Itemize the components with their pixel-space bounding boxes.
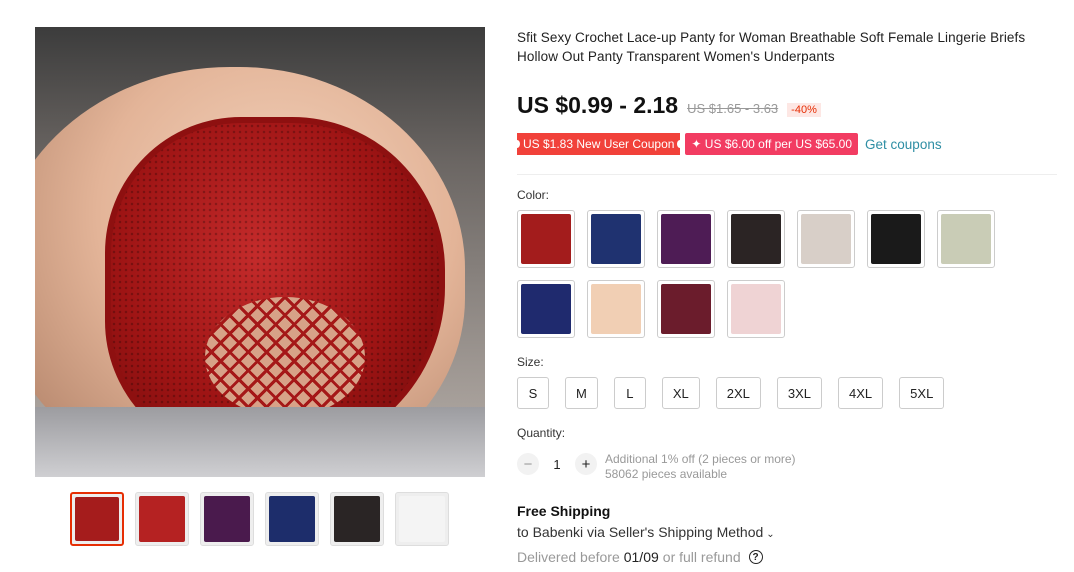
size-options: S M L XL 2XL 3XL 4XL 5XL bbox=[517, 377, 945, 409]
color-option-6[interactable] bbox=[937, 210, 995, 268]
get-coupons-link[interactable]: Get coupons bbox=[865, 137, 942, 152]
stock-available-text: 58062 pieces available bbox=[605, 467, 728, 481]
color-label: Color: bbox=[517, 188, 550, 202]
thumbnail-3[interactable] bbox=[265, 492, 319, 546]
color-swatch bbox=[521, 214, 571, 264]
color-option-0[interactable] bbox=[517, 210, 575, 268]
size-option-4xl[interactable]: 4XL bbox=[838, 377, 884, 409]
size-option-2xl[interactable]: 2XL bbox=[715, 377, 761, 409]
additional-discount-text: Additional 1% off (2 pieces or more) bbox=[605, 452, 796, 466]
color-swatch bbox=[591, 214, 641, 264]
shipping-title: Free Shipping bbox=[517, 503, 611, 519]
color-swatch bbox=[941, 214, 991, 264]
thumbnail-swatch bbox=[139, 496, 185, 542]
thumbnail-1[interactable] bbox=[135, 492, 189, 546]
discount-badge: -40% bbox=[787, 103, 821, 117]
thumbnail-strip bbox=[70, 492, 449, 546]
color-swatch bbox=[731, 214, 781, 264]
delivery-prefix: Delivered before bbox=[517, 549, 620, 565]
coupon-row: US $1.83 New User Coupon ✦ US $6.00 off … bbox=[513, 133, 942, 155]
size-option-xl[interactable]: XL bbox=[661, 377, 700, 409]
color-option-10[interactable] bbox=[727, 280, 785, 338]
size-option-l[interactable]: L bbox=[613, 377, 646, 409]
thumbnail-2[interactable] bbox=[200, 492, 254, 546]
color-swatch bbox=[661, 214, 711, 264]
shipping-method-text: to Babenki via Seller's Shipping Method bbox=[517, 524, 764, 540]
color-swatch bbox=[871, 214, 921, 264]
help-icon[interactable]: ? bbox=[748, 550, 763, 564]
thumbnail-4[interactable] bbox=[330, 492, 384, 546]
color-option-2[interactable] bbox=[657, 210, 715, 268]
size-option-s[interactable]: S bbox=[517, 377, 549, 409]
color-option-9[interactable] bbox=[657, 280, 715, 338]
color-option-4[interactable] bbox=[797, 210, 855, 268]
quantity-info: Additional 1% off (2 pieces or more) 580… bbox=[605, 452, 796, 482]
current-price: US $0.99 - 2.18 bbox=[517, 92, 679, 118]
thumbnail-swatch bbox=[204, 496, 250, 542]
main-product-image[interactable] bbox=[35, 27, 485, 477]
color-option-5[interactable] bbox=[867, 210, 925, 268]
price-row: US $0.99 - 2.18 US $1.65 - 3.63 -40% bbox=[517, 92, 821, 119]
original-price: US $1.65 - 3.63 bbox=[687, 101, 779, 116]
color-swatch bbox=[661, 284, 711, 334]
quantity-stepper: − 1 + bbox=[517, 453, 597, 475]
thumbnail-0[interactable] bbox=[70, 492, 124, 546]
color-option-1[interactable] bbox=[587, 210, 645, 268]
size-option-m[interactable]: M bbox=[565, 377, 598, 409]
divider bbox=[517, 174, 1057, 175]
quantity-increase-button[interactable]: + bbox=[575, 453, 597, 475]
color-swatch bbox=[801, 214, 851, 264]
thumbnail-swatch bbox=[399, 496, 445, 542]
quantity-label: Quantity: bbox=[517, 426, 566, 440]
main-image-sheet bbox=[35, 407, 485, 477]
color-swatch bbox=[731, 284, 781, 334]
size-option-5xl[interactable]: 5XL bbox=[899, 377, 945, 409]
color-option-8[interactable] bbox=[587, 280, 645, 338]
color-option-7[interactable] bbox=[517, 280, 575, 338]
color-options bbox=[517, 210, 1017, 338]
chevron-down-icon: ⌄ bbox=[766, 529, 775, 540]
thumbnail-swatch bbox=[334, 496, 380, 542]
new-user-coupon[interactable]: US $1.83 New User Coupon bbox=[513, 133, 684, 155]
shipping-destination[interactable]: to Babenki via Seller's Shipping Method ⌄ bbox=[517, 524, 775, 540]
thumbnail-swatch bbox=[269, 496, 315, 542]
delivery-suffix: or full refund bbox=[662, 549, 741, 565]
product-title: Sfit Sexy Crochet Lace-up Panty for Woma… bbox=[517, 30, 1026, 64]
color-swatch bbox=[521, 284, 571, 334]
delivery-estimate: Delivered before 01/09 or full refund ? bbox=[517, 549, 763, 565]
size-option-3xl[interactable]: 3XL bbox=[776, 377, 823, 409]
store-coupon[interactable]: ✦ US $6.00 off per US $65.00 bbox=[685, 133, 859, 155]
main-image-lace bbox=[205, 297, 365, 417]
thumbnail-5[interactable] bbox=[395, 492, 449, 546]
color-option-3[interactable] bbox=[727, 210, 785, 268]
quantity-value[interactable]: 1 bbox=[539, 457, 575, 472]
delivery-date: 01/09 bbox=[623, 549, 659, 565]
color-swatch bbox=[591, 284, 641, 334]
size-label: Size: bbox=[517, 355, 544, 369]
thumbnail-swatch bbox=[75, 497, 119, 541]
quantity-decrease-button[interactable]: − bbox=[517, 453, 539, 475]
